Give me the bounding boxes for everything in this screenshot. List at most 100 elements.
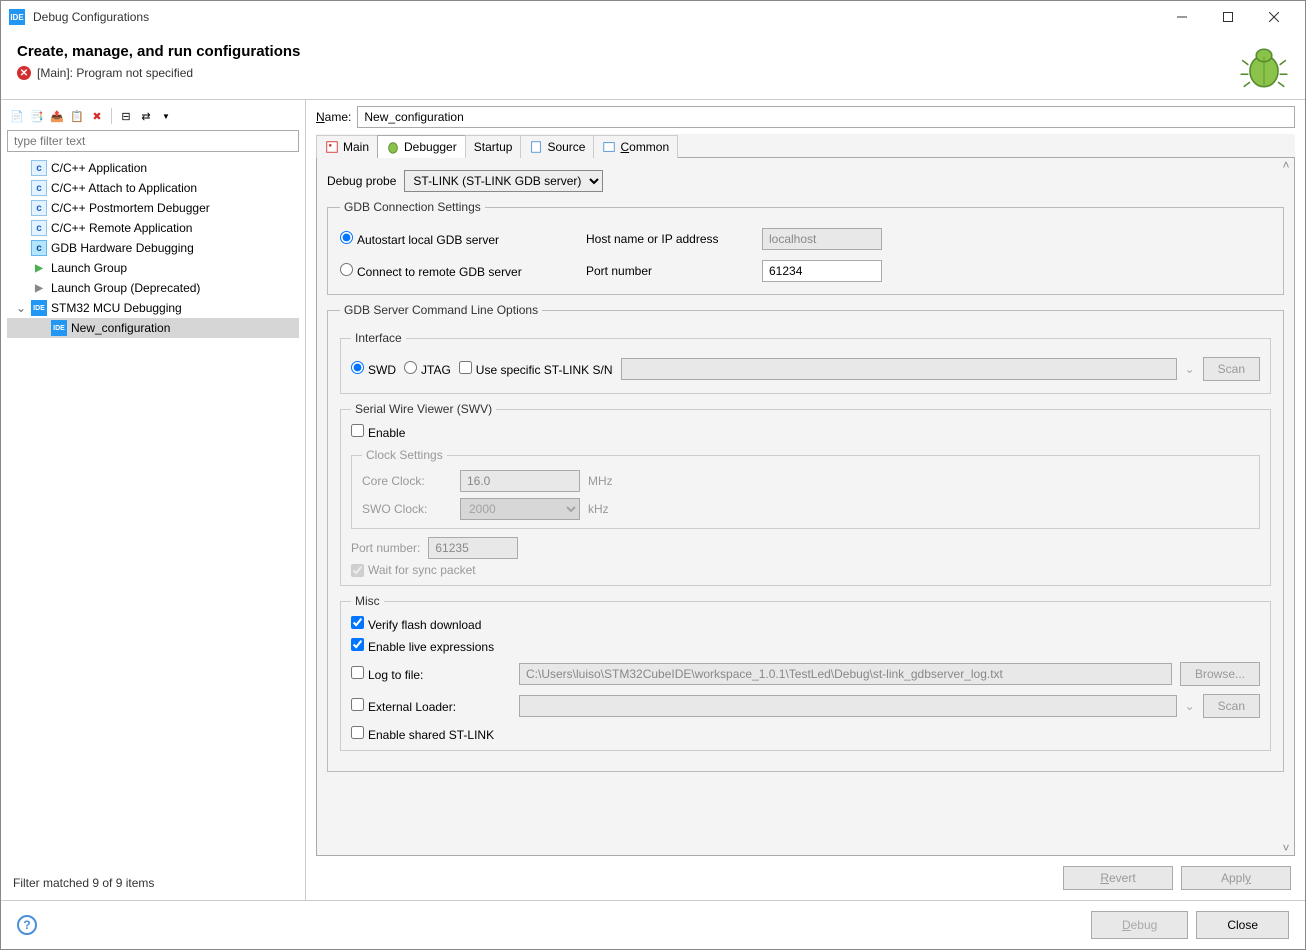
interface-fieldset: Interface SWD JTAG Use specific ST-LINK …: [340, 331, 1271, 394]
clock-fieldset: Clock Settings Core Clock: MHz SWO Clock…: [351, 448, 1260, 529]
debug-probe-select[interactable]: ST-LINK (ST-LINK GDB server): [404, 170, 603, 192]
scrollbar[interactable]: ˄˅: [1278, 158, 1294, 855]
external-loader-label[interactable]: External Loader:: [351, 698, 511, 714]
swv-legend: Serial Wire Viewer (SWV): [351, 402, 496, 416]
tree-item-cpp-remote[interactable]: cC/C++ Remote Application: [7, 218, 299, 238]
enable-shared-check[interactable]: [351, 726, 364, 739]
close-button[interactable]: [1251, 2, 1297, 32]
header-title: Create, manage, and run configurations: [17, 43, 1239, 60]
name-input[interactable]: [357, 106, 1295, 128]
connect-remote-radio[interactable]: [340, 263, 353, 276]
swo-clock-label: SWO Clock:: [362, 502, 452, 516]
bug-icon: [1239, 43, 1289, 93]
footer: ? Debug Close: [1, 900, 1305, 949]
delete-icon[interactable]: ✖: [89, 108, 105, 124]
filter-icon[interactable]: ⇄: [138, 108, 154, 124]
tab-common[interactable]: Common: [593, 135, 678, 158]
wait-sync-check: [351, 564, 364, 577]
scroll-up-icon[interactable]: ˄: [1282, 158, 1289, 172]
tree-item-cpp-postmortem[interactable]: cC/C++ Postmortem Debugger: [7, 198, 299, 218]
port-label: Port number: [586, 264, 746, 278]
left-panel: 📄 📑 📤 📋 ✖ ⊟ ⇄ ▼ cC/C++ Application cC/C+…: [1, 100, 306, 900]
separator: [111, 108, 112, 124]
tab-startup[interactable]: Startup: [465, 135, 522, 158]
tree-item-cpp-app[interactable]: cC/C++ Application: [7, 158, 299, 178]
log-file-check[interactable]: [351, 666, 364, 679]
common-tab-icon: [602, 140, 616, 154]
body: 📄 📑 📤 📋 ✖ ⊟ ⇄ ▼ cC/C++ Application cC/C+…: [1, 100, 1305, 900]
tree-item-gdb-hw[interactable]: cGDB Hardware Debugging: [7, 238, 299, 258]
external-loader-check[interactable]: [351, 698, 364, 711]
source-tab-icon: [529, 140, 543, 154]
swd-radio-label[interactable]: SWD: [351, 361, 396, 377]
use-sn-check-label[interactable]: Use specific ST-LINK S/N: [459, 361, 613, 377]
ext-dropdown-icon[interactable]: ⌄: [1185, 699, 1195, 713]
ext-scan-button[interactable]: Scan: [1203, 694, 1260, 718]
debug-button[interactable]: Debug: [1091, 911, 1188, 939]
tree-item-launch-group-dep[interactable]: ▶Launch Group (Deprecated): [7, 278, 299, 298]
autostart-radio-label[interactable]: Autostart local GDB server: [340, 231, 570, 247]
enable-live-check[interactable]: [351, 638, 364, 651]
tab-main[interactable]: Main: [316, 135, 378, 158]
dropdown-icon[interactable]: ▼: [158, 108, 174, 124]
sn-dropdown-icon[interactable]: ⌄: [1185, 362, 1195, 376]
debugger-tab-icon: [386, 140, 400, 154]
verify-flash-check[interactable]: [351, 616, 364, 629]
port-input[interactable]: [762, 260, 882, 282]
log-file-label[interactable]: Log to file:: [351, 666, 511, 682]
swd-radio[interactable]: [351, 361, 364, 374]
swo-clock-unit: kHz: [588, 502, 628, 516]
tab-debugger[interactable]: Debugger: [377, 135, 466, 158]
swv-enable-label[interactable]: Enable: [351, 426, 405, 440]
core-clock-label: Core Clock:: [362, 474, 452, 488]
host-label: Host name or IP address: [586, 232, 746, 246]
right-panel: Name: Main Debugger Startup Source Commo…: [306, 100, 1305, 900]
enable-live-label[interactable]: Enable live expressions: [351, 640, 494, 654]
enable-shared-label[interactable]: Enable shared ST-LINK: [351, 728, 494, 742]
tree-item-stm32[interactable]: ⌄IDESTM32 MCU Debugging: [7, 298, 299, 318]
collapse-icon[interactable]: ⊟: [118, 108, 134, 124]
gdb-connection-fieldset: GDB Connection Settings Autostart local …: [327, 200, 1284, 295]
browse-button[interactable]: Browse...: [1180, 662, 1260, 686]
sn-input: [621, 358, 1177, 380]
maximize-button[interactable]: [1205, 2, 1251, 32]
scan-sn-button[interactable]: Scan: [1203, 357, 1260, 381]
swo-clock-select: 2000: [460, 498, 580, 520]
core-clock-unit: MHz: [588, 474, 628, 488]
autostart-radio[interactable]: [340, 231, 353, 244]
interface-legend: Interface: [351, 331, 406, 345]
misc-fieldset: Misc Verify flash download Enable live e…: [340, 594, 1271, 751]
tab-source[interactable]: Source: [520, 135, 594, 158]
new-proto-icon[interactable]: 📑: [29, 108, 45, 124]
connect-remote-radio-label[interactable]: Connect to remote GDB server: [340, 263, 570, 279]
help-icon[interactable]: ?: [17, 915, 37, 935]
export-icon[interactable]: 📤: [49, 108, 65, 124]
swv-fieldset: Serial Wire Viewer (SWV) Enable Clock Se…: [340, 402, 1271, 586]
tree-item-cpp-attach[interactable]: cC/C++ Attach to Application: [7, 178, 299, 198]
filter-status: Filter matched 9 of 9 items: [7, 872, 299, 894]
tree-item-new-config[interactable]: IDENew_configuration: [7, 318, 299, 338]
debug-probe-label: Debug probe: [327, 174, 396, 188]
app-icon: IDE: [9, 9, 25, 25]
jtag-radio[interactable]: [404, 361, 417, 374]
use-sn-check[interactable]: [459, 361, 472, 374]
jtag-radio-label[interactable]: JTAG: [404, 361, 451, 377]
revert-button[interactable]: Revert: [1063, 866, 1173, 890]
swv-enable-check[interactable]: [351, 424, 364, 437]
filter-input[interactable]: [7, 130, 299, 152]
gdb-server-legend: GDB Server Command Line Options: [340, 303, 542, 317]
duplicate-icon[interactable]: 📋: [69, 108, 85, 124]
close-dialog-button[interactable]: Close: [1196, 911, 1289, 939]
minimize-button[interactable]: [1159, 2, 1205, 32]
apply-button[interactable]: Apply: [1181, 866, 1291, 890]
window-title: Debug Configurations: [33, 10, 1159, 24]
expand-icon[interactable]: ⌄: [15, 301, 27, 315]
verify-flash-label[interactable]: Verify flash download: [351, 618, 481, 632]
tree-item-launch-group[interactable]: ▶Launch Group: [7, 258, 299, 278]
scroll-down-icon[interactable]: ˅: [1282, 841, 1289, 855]
clock-legend: Clock Settings: [362, 448, 447, 462]
gdb-conn-legend: GDB Connection Settings: [340, 200, 485, 214]
new-icon[interactable]: 📄: [9, 108, 25, 124]
titlebar: IDE Debug Configurations: [1, 1, 1305, 33]
header: Create, manage, and run configurations ✕…: [1, 33, 1305, 100]
